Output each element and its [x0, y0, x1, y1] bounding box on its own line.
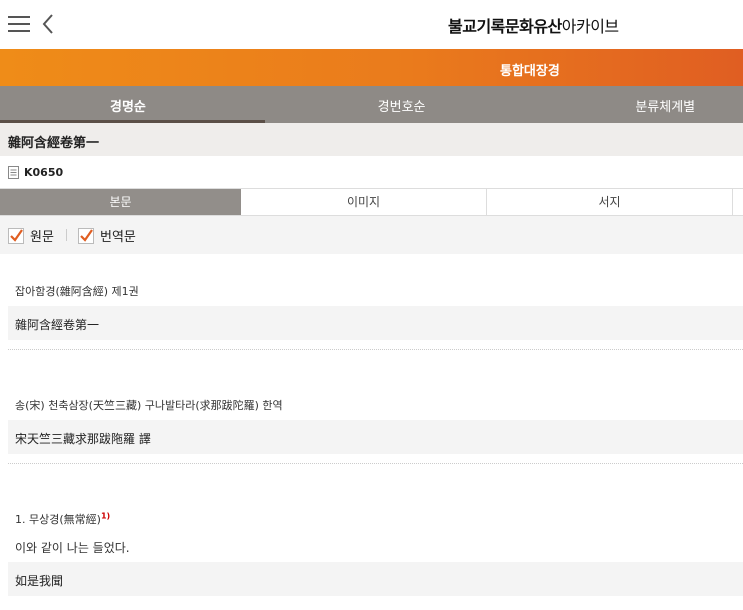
document-title: 雜阿含經卷第一 — [8, 136, 100, 151]
check-icon — [78, 227, 94, 244]
tab-label: 분류체계별 — [635, 100, 696, 115]
tab-main-text[interactable]: 본문 — [0, 189, 241, 215]
original-text: 如是我聞 — [8, 562, 743, 596]
original-text-value: 雜阿含經卷第一 — [15, 318, 100, 332]
original-text: 雜阿含經卷第一 — [8, 306, 743, 340]
original-text-value: 如是我聞 — [15, 574, 64, 588]
sort-tabs: 경명순 경번호순 분류체계별 — [0, 86, 743, 123]
tab-sutra-number[interactable]: 경번호순 — [248, 86, 496, 123]
site-title-bold: 불교기록문화유산 — [448, 17, 562, 36]
document-code-row: K0650 — [0, 156, 743, 188]
hamburger-menu-icon[interactable] — [8, 14, 30, 34]
document-icon — [8, 166, 19, 179]
chevron-left-icon[interactable] — [40, 12, 56, 36]
translation-line: 이와 같이 나는 들었다. — [15, 541, 130, 555]
text-block: 잡아함경(雜阿含經) 제1권 雜阿含經卷第一 — [0, 254, 743, 350]
section-heading: 1. 무상경(無常經)1) — [0, 511, 743, 539]
tab-sutra-name[interactable]: 경명순 — [0, 86, 265, 123]
translation-line: 송(宋) 천축삼장(天竺三藏) 구나발타라(求那跋陀羅) 한역 — [15, 399, 283, 412]
collection-label: 통합대장경 — [500, 64, 560, 79]
tab-classification[interactable]: 분류체계별 — [495, 86, 743, 123]
site-title-light: 아카이브 — [561, 17, 619, 36]
checkbox-label: 원문 — [30, 230, 54, 245]
tab-bibliography[interactable]: 서지 — [487, 189, 733, 215]
site-title[interactable]: 불교기록문화유산아카이브 — [448, 13, 619, 37]
document-title-bar: 雜阿含經卷第一 — [0, 123, 743, 156]
original-text: 宋天竺三藏求那跋陁羅 譯 — [8, 420, 743, 454]
document-code: K0650 — [24, 166, 64, 179]
text-filter-bar: 원문 번역문 — [0, 216, 743, 254]
original-text-checkbox[interactable]: 원문 — [8, 226, 54, 245]
view-tabs: 본문 이미지 서지 — [0, 188, 743, 216]
top-bar: 불교기록문화유산아카이브 — [0, 0, 743, 49]
tab-label: 경번호순 — [377, 100, 426, 115]
checkbox-label: 번역문 — [100, 230, 136, 245]
text-block: 1. 무상경(無常經)1) 이와 같이 나는 들었다. 如是我聞 — [0, 464, 743, 596]
original-text-value: 宋天竺三藏求那跋陁羅 譯 — [15, 432, 151, 446]
text-block: 송(宋) 천축삼장(天竺三藏) 구나발타라(求那跋陀羅) 한역 宋天竺三藏求那跋… — [0, 350, 743, 464]
collection-banner: 통합대장경 — [0, 49, 743, 86]
check-icon — [8, 227, 24, 244]
translation-line: 잡아함경(雜阿含經) 제1권 — [15, 285, 139, 298]
section-heading-text: 1. 무상경(無常經) — [15, 513, 101, 526]
translation-checkbox[interactable]: 번역문 — [78, 226, 136, 245]
divider — [66, 229, 67, 241]
tab-image[interactable]: 이미지 — [241, 189, 487, 215]
tab-label: 경명순 — [110, 100, 146, 115]
footnote-link[interactable]: 1) — [101, 511, 110, 520]
